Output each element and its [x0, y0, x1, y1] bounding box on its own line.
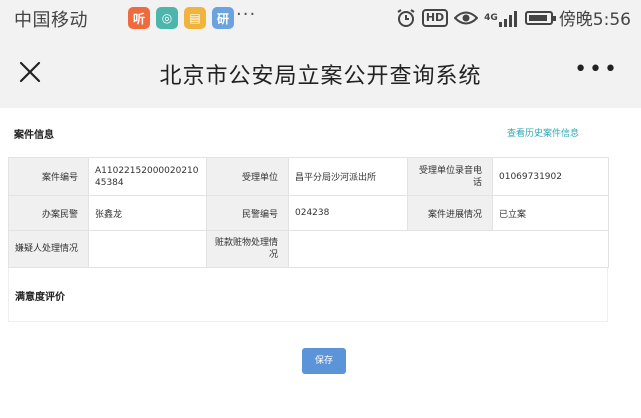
status-bar: 中国移动 听 ◎ ▤ 研 ··· HD 4G 傍晚5:56	[0, 0, 641, 36]
case-progress-label: 案件进展情况	[407, 195, 493, 231]
stolen-goods-label: 赃款赃物处理情况	[206, 230, 289, 268]
clock-time: 傍晚5:56	[558, 10, 631, 30]
satisfaction-title: 满意度评价	[15, 292, 65, 303]
signal-icon: 4G	[484, 9, 519, 27]
officer-label: 办案民警	[8, 195, 89, 231]
case-info-table: 案件编号 A1102215200002021045384 受理单位 昌平分局沙河…	[8, 157, 609, 268]
accepting-unit-value: 昌平分局沙河派出所	[288, 157, 408, 196]
table-row: 办案民警 张鑫龙 民警编号 024238 案件进展情况 已立案	[8, 195, 609, 231]
network-type: 4G	[484, 12, 498, 23]
save-button[interactable]: 保存	[302, 348, 346, 374]
case-info-header: 案件信息 查看历史案件信息	[0, 108, 641, 156]
camera-app-icon: ◎	[156, 7, 178, 29]
stolen-goods-value	[288, 230, 609, 268]
table-row: 案件编号 A1102215200002021045384 受理单位 昌平分局沙河…	[8, 157, 609, 196]
case-number-label: 案件编号	[8, 157, 89, 196]
officer-id-value: 024238	[288, 195, 408, 231]
satisfaction-section: 满意度评价	[8, 268, 608, 322]
case-info-title: 案件信息	[14, 130, 54, 141]
more-notifications-icon: ···	[236, 4, 257, 25]
table-row: 嫌疑人处理情况 赃款赃物处理情况	[8, 230, 609, 268]
unit-phone-value: 01069731902	[492, 157, 609, 196]
accepting-unit-label: 受理单位	[206, 157, 289, 196]
suspect-handling-value	[88, 230, 207, 268]
battery-icon	[524, 10, 556, 25]
notification-app-icons: 听 ◎ ▤ 研	[128, 7, 234, 29]
hd-icon: HD	[421, 8, 449, 27]
case-progress-value: 已立案	[492, 195, 609, 231]
browser-app-icon: 研	[212, 7, 234, 29]
more-options-button[interactable]: •••	[574, 59, 619, 81]
listen-app-icon: 听	[128, 7, 150, 29]
case-number-value: A1102215200002021045384	[88, 157, 207, 196]
unit-phone-label: 受理单位录音电话	[407, 157, 493, 196]
page-title: 北京市公安局立案公开查询系统	[159, 64, 482, 89]
officer-value: 张鑫龙	[88, 195, 207, 231]
suspect-handling-label: 嫌疑人处理情况	[8, 230, 89, 268]
alarm-icon	[396, 8, 416, 28]
officer-id-label: 民警编号	[206, 195, 289, 231]
notes-app-icon: ▤	[184, 7, 206, 29]
eye-icon	[454, 10, 479, 26]
history-cases-link[interactable]: 查看历史案件信息	[507, 126, 579, 139]
carrier-name: 中国移动	[14, 10, 88, 31]
app-header: 北京市公安局立案公开查询系统 •••	[0, 36, 641, 108]
status-indicators: HD 4G 傍晚5:56	[396, 5, 631, 30]
